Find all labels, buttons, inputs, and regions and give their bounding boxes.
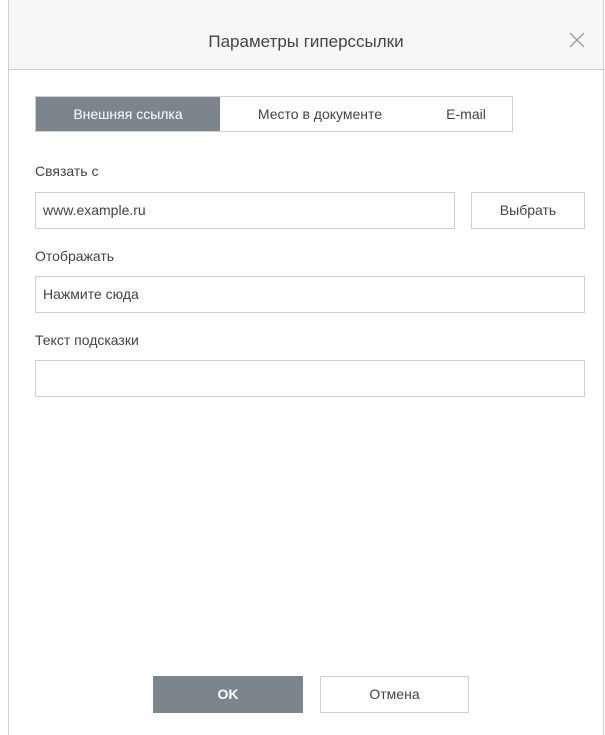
dialog-header: Параметры гиперссылки: [9, 0, 603, 70]
tab-place-in-document[interactable]: Место в документе: [220, 97, 420, 131]
hyperlink-settings-dialog: Параметры гиперссылки Внешняя ссылка Мес…: [8, 0, 604, 735]
dialog-title: Параметры гиперссылки: [208, 32, 404, 51]
close-icon: [569, 32, 585, 48]
link-to-label: Связать с: [35, 163, 99, 179]
tab-external-link[interactable]: Внешняя ссылка: [36, 97, 220, 131]
ok-button[interactable]: OK: [153, 676, 303, 713]
link-type-tabs: Внешняя ссылка Место в документе E-mail: [35, 96, 513, 132]
link-url-input[interactable]: www.example.ru: [35, 192, 455, 229]
display-label: Отображать: [35, 248, 115, 264]
cancel-button[interactable]: Отмена: [320, 676, 469, 713]
tooltip-text-input[interactable]: [35, 360, 585, 397]
close-button[interactable]: [567, 30, 587, 50]
display-text-input[interactable]: Нажмите сюда: [35, 276, 585, 313]
browse-button[interactable]: Выбрать: [471, 192, 585, 229]
tooltip-label: Текст подсказки: [35, 332, 139, 348]
tab-email[interactable]: E-mail: [420, 97, 512, 131]
